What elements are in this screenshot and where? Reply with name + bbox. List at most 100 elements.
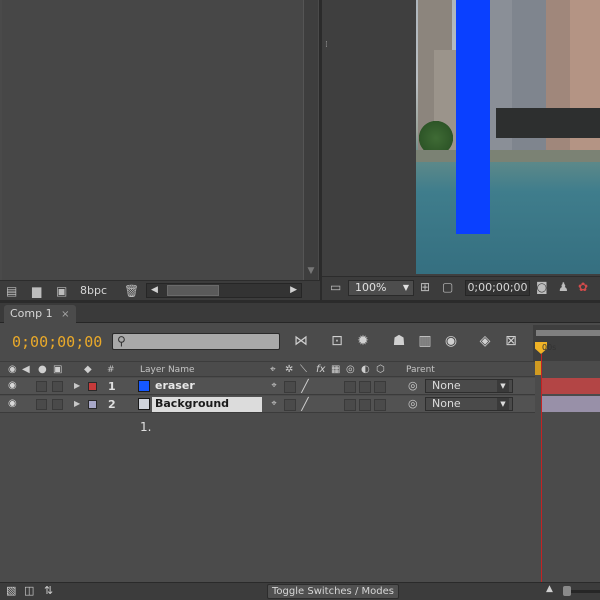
eye-icon[interactable]: ◉: [8, 398, 17, 409]
current-time-display[interactable]: 0;00;00;00: [12, 333, 102, 351]
collapse-switch[interactable]: [284, 399, 296, 411]
solid-source-icon: [138, 380, 150, 392]
composition-canvas[interactable]: [416, 0, 600, 274]
work-area-bar[interactable]: [536, 330, 600, 336]
graph-editor-icon[interactable]: ⊠: [500, 331, 522, 351]
motion-blur-icon[interactable]: ◉: [440, 331, 462, 351]
layer-duration-bar[interactable]: [542, 396, 600, 412]
project-footer-toolbar: ▤ ▆ ▣ 8bpc 🗑 ◀ ▶: [0, 280, 320, 300]
modes-pane-icon[interactable]: ◫: [24, 584, 34, 597]
collapse-switch-icon[interactable]: ✲: [285, 363, 293, 376]
lock-toggle[interactable]: [52, 381, 63, 392]
eye-icon[interactable]: ◉: [8, 380, 17, 391]
panel-grip-icon[interactable]: ⁞: [325, 40, 328, 50]
shy-switch-icon[interactable]: ⌖: [270, 363, 276, 376]
parent-dropdown[interactable]: None ▼: [425, 397, 513, 411]
adjustment-switch[interactable]: [359, 399, 371, 411]
expand-triangle-icon[interactable]: ▶: [74, 380, 80, 392]
show-snapshot-icon[interactable]: ♟: [558, 280, 569, 294]
layer-name[interactable]: eraser: [152, 379, 195, 394]
motion-blur-switch-icon[interactable]: ◎: [346, 363, 355, 376]
layer-label-color[interactable]: [88, 382, 97, 391]
new-composition-icon[interactable]: ▣: [56, 284, 67, 298]
effects-switch-icon[interactable]: fx: [316, 363, 325, 376]
always-preview-icon[interactable]: ▭: [330, 280, 341, 294]
comp-mini-flowchart-icon[interactable]: ⋈: [290, 331, 312, 351]
quality-switch-icon[interactable]: ╱: [299, 380, 311, 393]
shy-switch-icon[interactable]: ⌖: [268, 381, 280, 393]
zoom-slider-thumb[interactable]: [563, 586, 571, 596]
transparency-grid-icon[interactable]: ▢: [442, 280, 453, 294]
lock-icon[interactable]: ▣: [53, 363, 62, 376]
snapshot-camera-icon[interactable]: ◙: [536, 280, 548, 294]
magnification-dropdown[interactable]: 100% ▼: [348, 280, 414, 296]
column-number[interactable]: #: [107, 364, 115, 376]
layer-label-color[interactable]: [88, 400, 97, 409]
quality-switch-icon[interactable]: ⟍: [300, 363, 307, 376]
in-out-pane-icon[interactable]: ⇅: [44, 584, 53, 597]
eye-icon[interactable]: ◉: [8, 363, 17, 376]
pickwhip-icon[interactable]: ◎: [408, 379, 418, 392]
eraser-solid-layer[interactable]: [456, 0, 490, 234]
interpret-footage-icon[interactable]: ▤: [6, 284, 17, 298]
solo-toggle[interactable]: [36, 399, 47, 410]
adjustment-layer-switch-icon[interactable]: ◐: [361, 363, 370, 376]
new-folder-icon[interactable]: ▆: [32, 284, 41, 298]
layer-row[interactable]: ◉ ▶ 1 eraser ⌖ ╱ ◎ None ▼: [0, 378, 535, 395]
live-update-icon[interactable]: ⊡: [326, 331, 348, 351]
layer-name[interactable]: Background: [152, 397, 262, 412]
label-tag-icon[interactable]: ◆: [84, 363, 92, 376]
close-icon[interactable]: ×: [61, 309, 69, 320]
3d-switch[interactable]: [374, 381, 386, 393]
3d-layer-switch-icon[interactable]: ⬡: [376, 363, 385, 376]
project-item-list[interactable]: [2, 0, 304, 280]
adjustment-switch[interactable]: [359, 381, 371, 393]
scroll-down-arrow-icon[interactable]: ▼: [305, 266, 317, 276]
solo-icon[interactable]: ●: [38, 363, 47, 376]
speaker-icon[interactable]: ◀: [22, 363, 30, 376]
scroll-left-arrow-icon[interactable]: ◀: [151, 284, 158, 297]
frame-blend-switch-icon[interactable]: ▦: [331, 363, 340, 376]
layer-number: 1: [108, 380, 116, 393]
trash-icon[interactable]: 🗑: [124, 284, 139, 298]
pickwhip-icon[interactable]: ◎: [408, 397, 418, 410]
channels-icon[interactable]: ✿: [578, 280, 588, 294]
expand-triangle-icon[interactable]: ▶: [74, 398, 80, 410]
column-parent[interactable]: Parent: [406, 364, 435, 376]
draft-3d-icon[interactable]: ✹: [352, 331, 374, 351]
brainstorm-icon[interactable]: ◈: [474, 331, 496, 351]
column-layer-name[interactable]: Layer Name: [140, 364, 195, 376]
collapse-switch[interactable]: [284, 381, 296, 393]
viewer-footer-toolbar: ▭ 100% ▼ ⊞ ▢ 0;00;00;00 ◙ ♟ ✿: [322, 276, 600, 300]
scroll-right-arrow-icon[interactable]: ▶: [290, 284, 297, 297]
layer-switches-pane-icon[interactable]: ▧: [6, 584, 16, 597]
bit-depth-button[interactable]: 8bpc: [80, 284, 107, 297]
timeline-zoom-slider[interactable]: [566, 590, 600, 593]
hide-shy-layers-icon[interactable]: ☗: [388, 331, 410, 351]
timeline-footer: ▧ ◫ ⇅ Toggle Switches / Modes ▲: [0, 582, 600, 600]
3d-switch[interactable]: [374, 399, 386, 411]
shy-switch-icon[interactable]: ⌖: [268, 399, 280, 411]
magnification-value: 100%: [355, 281, 387, 294]
project-horizontal-scrollbar[interactable]: ◀ ▶: [146, 283, 302, 298]
zoom-out-icon[interactable]: ▲: [546, 584, 553, 594]
fit-icon[interactable]: ⊞: [420, 280, 430, 294]
motion-blur-switch[interactable]: [344, 381, 356, 393]
layer-search-input[interactable]: ⚲: [112, 333, 280, 350]
current-time-indicator-line[interactable]: [541, 354, 542, 600]
motion-blur-switch[interactable]: [344, 399, 356, 411]
ruler-start-label: 00s: [542, 343, 557, 352]
project-vertical-scrollbar[interactable]: [304, 0, 318, 280]
annotation-text: 1.: [140, 420, 152, 434]
lock-toggle[interactable]: [52, 399, 63, 410]
toggle-switches-modes-button[interactable]: Toggle Switches / Modes: [267, 584, 399, 599]
solo-toggle[interactable]: [36, 381, 47, 392]
layer-row[interactable]: ◉ ▶ 2 Background ⌖ ╱ ◎ None ▼: [0, 396, 535, 413]
frame-blending-icon[interactable]: ▥: [414, 331, 436, 351]
tab-comp-1[interactable]: Comp 1 ×: [4, 305, 76, 323]
parent-dropdown[interactable]: None ▼: [425, 379, 513, 393]
scroll-thumb[interactable]: [167, 285, 219, 296]
quality-switch-icon[interactable]: ╱: [299, 398, 311, 411]
layer-duration-bar[interactable]: [542, 378, 600, 394]
viewer-timecode[interactable]: 0;00;00;00: [465, 280, 530, 296]
